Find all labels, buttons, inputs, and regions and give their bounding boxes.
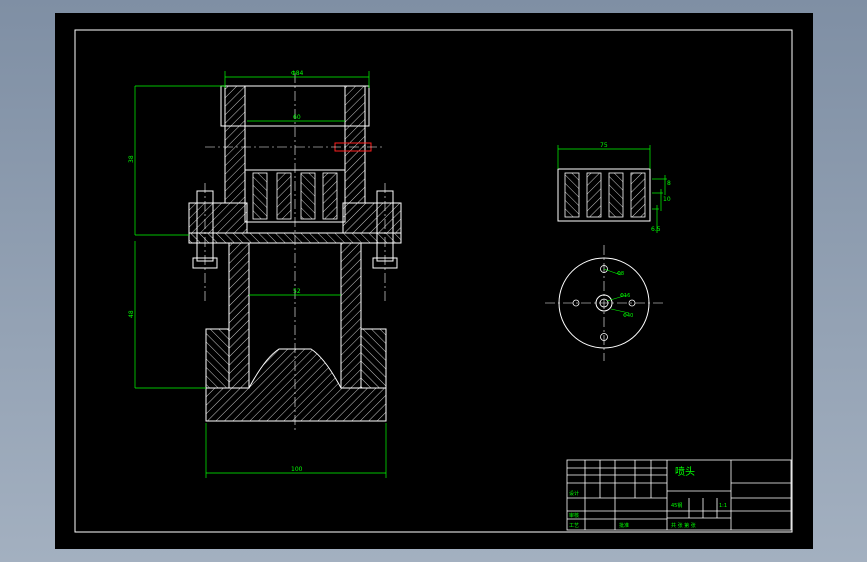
sheets: 共 张 第 张 [671,522,696,529]
plan-view: Φ8 Φ16 Φ40 [545,245,663,361]
dim-inner-width: 60 [293,114,301,121]
process: 工艺 [569,523,579,529]
dim-side-h1: 8 [667,180,671,187]
cad-viewport[interactable]: Φ84 60 38 48 52 100 75 8 10 6.5 Φ8 Φ16 Φ… [0,0,867,562]
checker: 审核 [569,512,579,519]
side-view: 75 8 10 6.5 [557,142,671,233]
drawing-canvas: Φ84 60 38 48 52 100 75 8 10 6.5 Φ8 Φ16 Φ… [74,29,793,533]
left-lower-wall [228,242,250,389]
front-section-view [188,73,402,433]
dim-hole-pcd: Φ40 [623,313,633,319]
designer: 设计 [569,490,579,497]
dim-upper-height: 38 [128,155,135,163]
scale: 1:1 [719,503,727,509]
part-name: 喷头 [675,466,695,478]
dim-hole-small: Φ8 [617,271,624,277]
dim-hole-center: Φ16 [620,293,630,299]
dim-side-width: 75 [600,142,608,149]
right-lower-wall [340,242,362,389]
left-upper-wall [224,85,246,204]
dim-base-width: 100 [291,466,303,473]
drawing-border [74,29,793,533]
dim-side-h3: 6.5 [651,226,661,233]
approve: 批准 [619,522,629,529]
dim-top-width: Φ84 [291,70,304,77]
dim-mid-width: 52 [293,288,301,295]
material: 45钢 [671,502,682,509]
dim-side-h2: 10 [663,196,671,203]
right-upper-wall [344,85,366,204]
drawing-sheet: Φ84 60 38 48 52 100 75 8 10 6.5 Φ8 Φ16 Φ… [55,13,813,549]
dim-lower-height: 48 [128,310,135,318]
